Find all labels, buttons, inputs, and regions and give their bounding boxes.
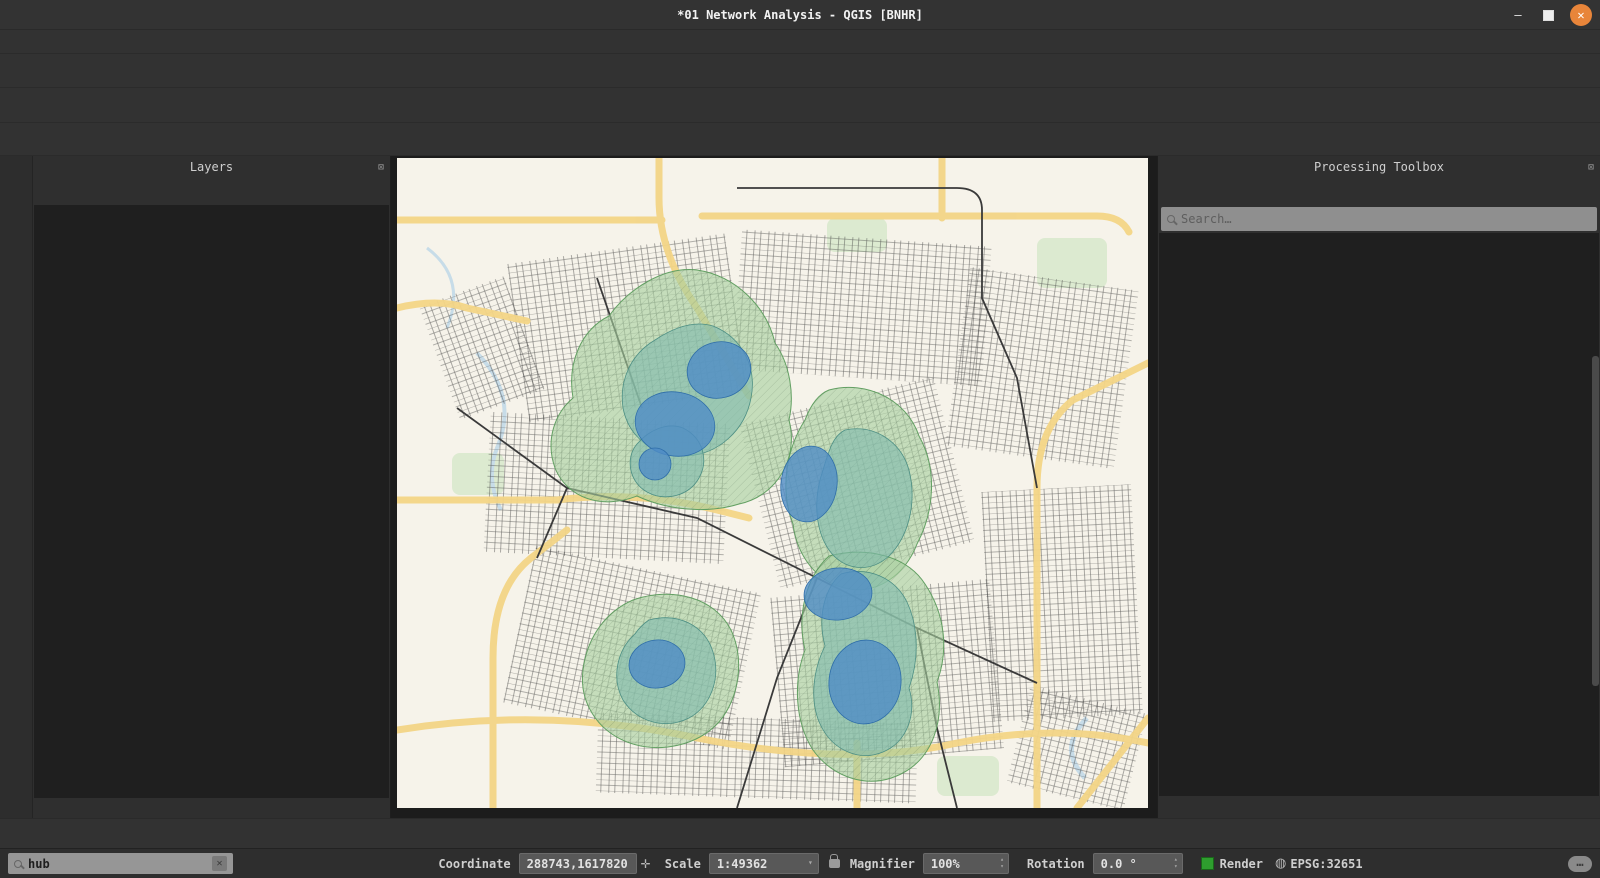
menu-bar bbox=[0, 30, 1600, 54]
basemap-svg bbox=[397, 158, 1148, 808]
layers-bottom-tabs bbox=[33, 798, 390, 818]
map-canvas[interactable] bbox=[397, 158, 1148, 808]
layers-tree bbox=[34, 205, 389, 798]
snapping-toolbar bbox=[0, 818, 1600, 848]
rotation-input[interactable]: 0.0 ° bbox=[1093, 853, 1183, 874]
extent-icon[interactable]: ✛ bbox=[641, 857, 651, 871]
search-icon bbox=[1167, 215, 1175, 223]
maximize-button[interactable] bbox=[1543, 10, 1554, 21]
locator-search-icon bbox=[14, 860, 22, 868]
render-checkbox[interactable] bbox=[1201, 857, 1214, 870]
window-controls: – ✕ bbox=[1509, 0, 1592, 30]
magnifier-label: Magnifier bbox=[850, 857, 915, 871]
magnifier-input[interactable]: 100% bbox=[923, 853, 1009, 874]
map-area bbox=[391, 156, 1157, 818]
layers-panel-close-icon[interactable]: ⊠ bbox=[378, 162, 384, 173]
title-bar: *01 Network Analysis - QGIS [BNHR] – ✕ bbox=[0, 0, 1600, 30]
processing-algorithms-tree bbox=[1159, 233, 1599, 796]
window-title: *01 Network Analysis - QGIS [BNHR] bbox=[677, 8, 923, 22]
processing-scrollbar[interactable] bbox=[1592, 356, 1599, 686]
processing-search-placeholder: Search… bbox=[1181, 212, 1232, 226]
processing-panel-title: Processing Toolbox bbox=[1314, 160, 1444, 174]
locator-search-value: hub bbox=[28, 857, 50, 871]
processing-panel-toolbar bbox=[1158, 178, 1600, 205]
toolbar-row-2 bbox=[0, 88, 1600, 123]
status-bar: hub ✕ Coordinate 288743,1617820 ✛ Scale … bbox=[0, 848, 1600, 878]
processing-search-input[interactable]: Search… bbox=[1161, 207, 1597, 231]
left-icon-rail bbox=[0, 156, 33, 818]
rotation-label: Rotation bbox=[1027, 857, 1085, 871]
toolbar-row-1 bbox=[0, 54, 1600, 88]
coordinate-label: Coordinate bbox=[438, 857, 510, 871]
processing-toolbox-panel: Processing Toolbox ⊠ Search… bbox=[1157, 156, 1600, 818]
toolbar-row-3 bbox=[0, 123, 1600, 156]
layers-panel-header: Layers ⊠ bbox=[33, 156, 390, 178]
layers-panel: Layers ⊠ bbox=[33, 156, 391, 818]
locator-search-input[interactable]: hub ✕ bbox=[8, 853, 233, 874]
layers-panel-title: Layers bbox=[190, 160, 233, 174]
processing-panel-header: Processing Toolbox ⊠ bbox=[1158, 156, 1600, 178]
layers-panel-toolbar bbox=[33, 178, 390, 205]
scale-label: Scale bbox=[665, 857, 701, 871]
processing-panel-close-icon[interactable]: ⊠ bbox=[1588, 162, 1594, 173]
render-label: Render bbox=[1220, 857, 1263, 871]
messages-icon[interactable]: … bbox=[1568, 856, 1592, 872]
lock-scale-icon[interactable] bbox=[829, 859, 840, 868]
coordinate-input[interactable]: 288743,1617820 bbox=[519, 853, 637, 874]
close-button[interactable]: ✕ bbox=[1570, 4, 1592, 26]
clear-search-icon[interactable]: ✕ bbox=[212, 856, 227, 871]
right-dock-tabs bbox=[1158, 796, 1600, 818]
crs-globe-icon: ◍ bbox=[1275, 856, 1286, 871]
minimize-button[interactable]: – bbox=[1509, 8, 1527, 22]
crs-status[interactable]: EPSG:32651 bbox=[1290, 857, 1362, 871]
scale-select[interactable]: 1:49362 bbox=[709, 853, 819, 874]
